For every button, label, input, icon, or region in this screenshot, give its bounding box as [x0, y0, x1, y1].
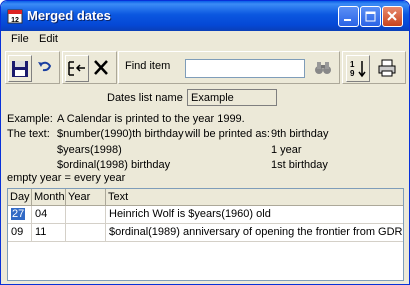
column-header-day[interactable]: Day — [8, 189, 32, 206]
cell-day-value: 27 — [11, 208, 26, 220]
floppy-icon — [12, 61, 28, 77]
svg-text:9: 9 — [350, 69, 355, 78]
cell-day[interactable]: 09 — [8, 224, 32, 242]
example-printed-1: 9th birthday — [271, 128, 329, 140]
dates-table: Day Month Year Text 27 04 Heinrich Wolf … — [7, 188, 404, 281]
undo-icon — [38, 61, 52, 72]
cell-year[interactable] — [66, 224, 106, 242]
close-button[interactable] — [382, 6, 403, 27]
example-label: Example: — [7, 113, 53, 125]
menu-file[interactable]: File — [11, 33, 29, 45]
find-button[interactable] — [312, 55, 336, 82]
delete-button[interactable] — [90, 55, 114, 82]
cell-month[interactable]: 04 — [32, 206, 66, 224]
close-icon — [387, 11, 397, 21]
cell-year[interactable] — [66, 206, 106, 224]
find-item-input[interactable] — [185, 59, 305, 78]
window-title: Merged dates — [27, 8, 111, 23]
printer-icon — [378, 59, 396, 77]
example-text-2: $years(1998) — [57, 144, 122, 156]
cell-text[interactable]: Heinrich Wolf is $years(1960) old — [106, 206, 403, 224]
title-bar[interactable]: 12 Merged dates — [1, 1, 409, 31]
printed-as-label: will be printed as: — [185, 128, 270, 140]
column-header-month[interactable]: Month — [32, 189, 66, 206]
undo-button[interactable] — [34, 55, 58, 82]
sort-numeric-icon: 19 — [350, 60, 366, 78]
minimize-button[interactable] — [338, 6, 359, 27]
merge-arrow-icon — [68, 61, 85, 76]
example-description: A Calendar is printed to the year 1999. — [57, 113, 245, 125]
maximize-icon — [365, 11, 376, 22]
empty-year-note: empty year = every year — [7, 172, 126, 184]
app-calendar-icon: 12 — [7, 9, 23, 24]
minimize-icon — [344, 19, 351, 21]
cell-text[interactable]: $ordinal(1989) anniversary of opening th… — [106, 224, 403, 242]
example-text-label: The text: — [7, 128, 50, 140]
dates-list-name-label: Dates list name — [107, 92, 183, 104]
column-header-text[interactable]: Text — [106, 189, 403, 206]
save-button[interactable] — [8, 55, 32, 82]
example-printed-3: 1st birthday — [271, 159, 328, 171]
cell-month[interactable]: 11 — [32, 224, 66, 242]
menu-bar: File Edit — [1, 31, 409, 49]
maximize-button[interactable] — [360, 6, 381, 27]
main-window: 12 Merged dates File Edit Find item 19 D… — [0, 0, 410, 285]
example-printed-2: 1 year — [271, 144, 302, 156]
example-text-1: $number(1990)th birthday — [57, 128, 184, 140]
svg-text:1: 1 — [350, 60, 355, 69]
print-button[interactable] — [376, 55, 400, 82]
sort-button[interactable]: 19 — [346, 55, 370, 82]
merge-button[interactable] — [65, 55, 89, 82]
svg-text:12: 12 — [11, 17, 19, 24]
menu-edit[interactable]: Edit — [39, 33, 58, 45]
example-text-3: $ordinal(1998) birthday — [57, 159, 171, 171]
column-header-year[interactable]: Year — [66, 189, 106, 206]
dates-list-name-field[interactable] — [187, 89, 277, 106]
cell-day[interactable]: 27 — [8, 206, 32, 224]
binoculars-icon — [315, 62, 331, 74]
find-item-label: Find item — [125, 60, 171, 72]
delete-x-icon — [94, 60, 108, 75]
